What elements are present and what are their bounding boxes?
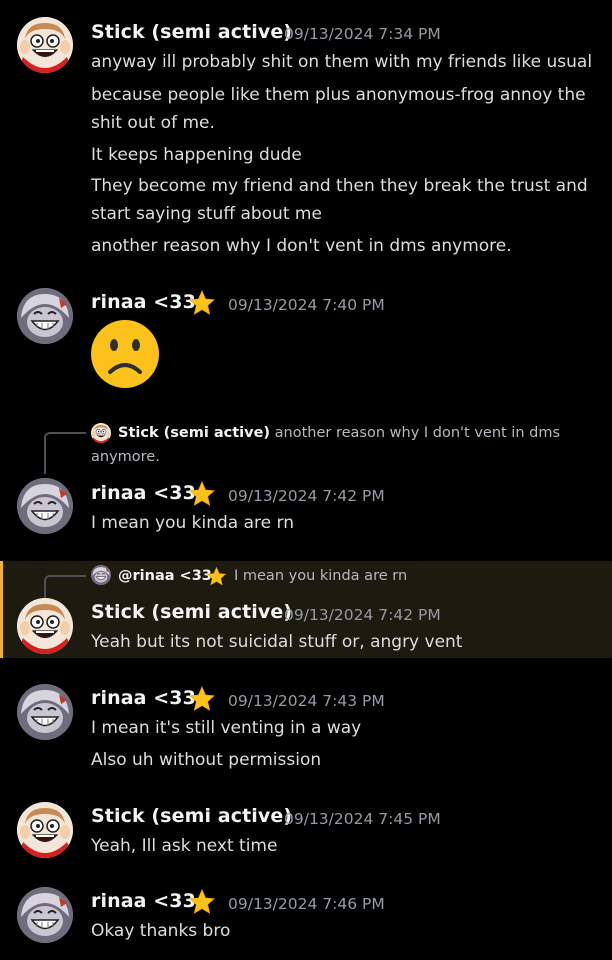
reply-snippet: I mean you kinda are rn	[234, 568, 408, 584]
star-emoji-icon	[188, 480, 216, 508]
author-name[interactable]: rinaa <33	[91, 890, 196, 912]
timestamp: 09/13/2024 7:42 PM	[228, 487, 385, 505]
stick-avatar-icon[interactable]	[91, 423, 111, 443]
reply-snippet: another reason why I don't vent in dms	[274, 425, 561, 441]
rinaa-avatar-icon[interactable]	[17, 288, 73, 344]
timestamp: 09/13/2024 7:40 PM	[228, 296, 385, 314]
reply-preview[interactable]: Stick (semi active) another reason why I…	[118, 422, 560, 445]
message-line: Yeah but its not suicidal stuff or, angr…	[91, 632, 463, 652]
author-name[interactable]: rinaa <33	[91, 687, 196, 709]
timestamp: 09/13/2024 7:34 PM	[284, 25, 441, 43]
rinaa-avatar-icon[interactable]	[17, 684, 73, 740]
frowning-face-emoji-icon[interactable]	[89, 318, 161, 390]
message-line: anyway ill probably shit on them with my…	[91, 52, 593, 72]
author-name[interactable]: Stick (semi active)	[91, 21, 292, 43]
timestamp: 09/13/2024 7:42 PM	[284, 606, 441, 624]
timestamp: 09/13/2024 7:45 PM	[284, 810, 441, 828]
rinaa-avatar-icon[interactable]	[17, 478, 73, 534]
stick-avatar-icon[interactable]	[17, 598, 73, 654]
rinaa-avatar-icon[interactable]	[17, 887, 73, 943]
message-line: because people like them plus anonymous-…	[91, 85, 586, 133]
message-line: It keeps happening dude	[91, 145, 302, 165]
star-emoji-icon	[188, 685, 216, 713]
message-line: Yeah, Ill ask next time	[91, 836, 278, 856]
stick-avatar-icon[interactable]	[17, 17, 73, 73]
message-line: They become my friend and then they brea…	[91, 176, 588, 224]
rinaa-avatar-icon[interactable]	[91, 565, 111, 585]
message-line: Okay thanks bro	[91, 921, 231, 941]
message-line: another reason why I don't vent in dms a…	[91, 236, 512, 256]
reply-connector	[44, 432, 86, 474]
star-emoji-icon	[206, 566, 227, 587]
star-emoji-icon	[188, 888, 216, 916]
message-line: Also uh without permission	[91, 750, 322, 770]
author-name[interactable]: rinaa <33	[91, 291, 196, 313]
reply-preview[interactable]: @rinaa <33	[118, 565, 212, 588]
timestamp: 09/13/2024 7:46 PM	[228, 895, 385, 913]
star-emoji-icon	[188, 289, 216, 317]
message-line: I mean it's still venting in a way	[91, 718, 362, 738]
reply-snippet-cont: anymore.	[91, 449, 160, 465]
stick-avatar-icon[interactable]	[17, 802, 73, 858]
message-line: I mean you kinda are rn	[91, 513, 294, 533]
reply-author[interactable]: @rinaa <33	[118, 568, 212, 584]
author-name[interactable]: rinaa <33	[91, 482, 196, 504]
author-name[interactable]: Stick (semi active)	[91, 601, 292, 623]
timestamp: 09/13/2024 7:43 PM	[228, 692, 385, 710]
reply-author[interactable]: Stick (semi active)	[118, 425, 270, 441]
author-name[interactable]: Stick (semi active)	[91, 805, 292, 827]
